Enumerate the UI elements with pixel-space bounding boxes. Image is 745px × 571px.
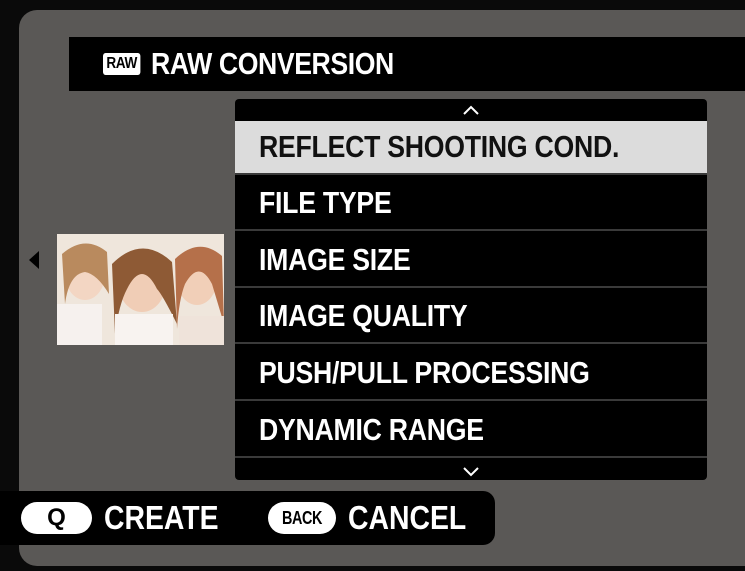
menu-item-image-size[interactable]: IMAGE SIZE (235, 234, 707, 288)
button-guide-bar: Q CREATE BACK CANCEL (0, 491, 495, 545)
q-key-label: Q (47, 504, 66, 531)
chevron-up-icon[interactable] (463, 102, 479, 118)
menu-item-label: IMAGE QUALITY (259, 298, 468, 333)
menu-item-label: PUSH/PULL PROCESSING (259, 355, 590, 390)
menu-item-dynamic-range[interactable]: DYNAMIC RANGE (235, 404, 707, 458)
menu-item-file-type[interactable]: FILE TYPE (235, 177, 707, 231)
q-button-icon[interactable]: Q (21, 502, 92, 534)
cancel-label: CANCEL (348, 499, 467, 536)
menu-item-image-quality[interactable]: IMAGE QUALITY (235, 290, 707, 344)
menu-item-label: DYNAMIC RANGE (259, 412, 484, 447)
menu-item-push-pull-processing[interactable]: PUSH/PULL PROCESSING (235, 347, 707, 401)
menu-item-label: IMAGE SIZE (259, 242, 411, 277)
chevron-down-icon[interactable] (463, 464, 479, 480)
back-key-label: BACK (282, 507, 322, 528)
menu-item-label: REFLECT SHOOTING COND. (259, 129, 620, 164)
page-title: RAW CONVERSION (150, 46, 394, 81)
options-menu: REFLECT SHOOTING COND. FILE TYPE IMAGE S… (235, 99, 707, 480)
back-button-icon[interactable]: BACK (268, 502, 336, 534)
triangle-left-icon[interactable] (29, 251, 39, 269)
title-bar: RAW RAW CONVERSION (69, 37, 745, 91)
menu-item-reflect-shooting-cond[interactable]: REFLECT SHOOTING COND. (235, 121, 707, 175)
preview-photo-icon (57, 234, 224, 345)
create-label: CREATE (104, 499, 219, 536)
raw-badge-icon: RAW (103, 53, 141, 75)
menu-item-label: FILE TYPE (259, 185, 392, 220)
image-preview (57, 234, 224, 345)
